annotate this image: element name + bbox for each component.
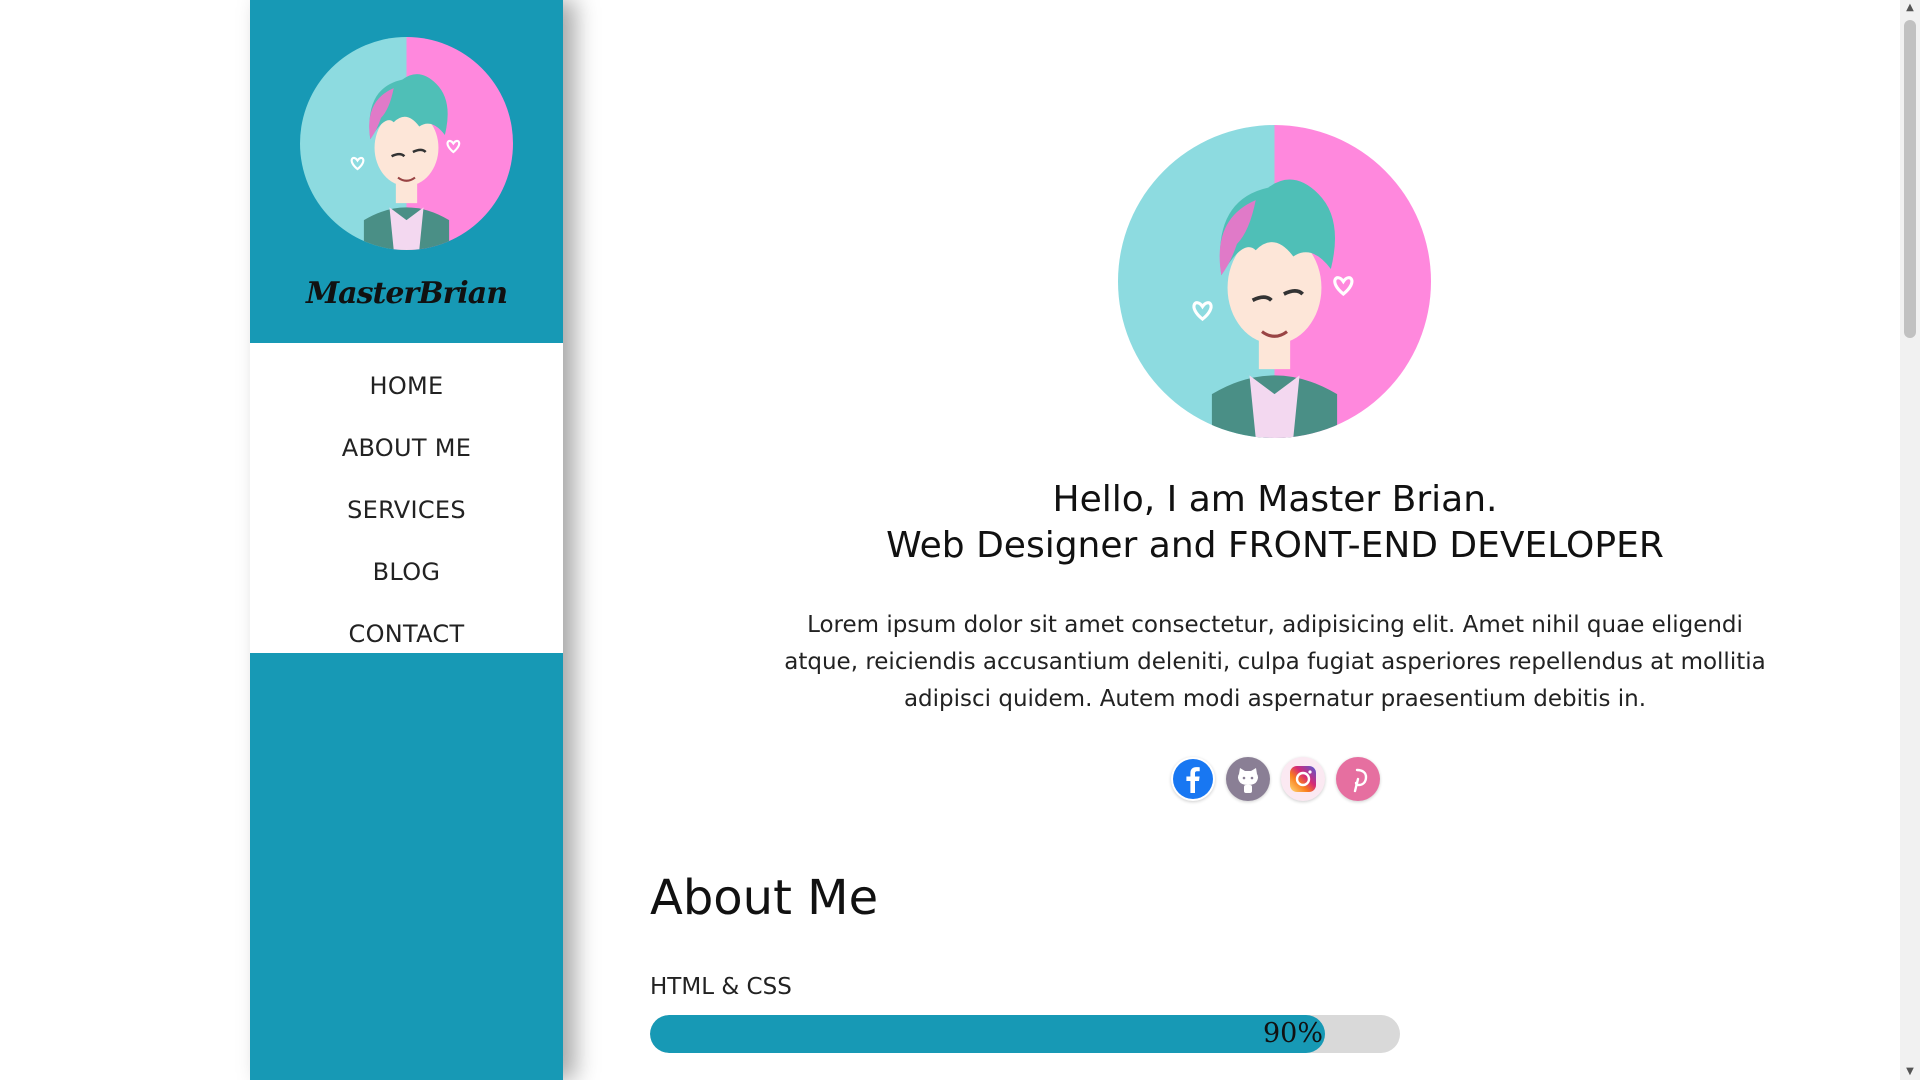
nav-item-home[interactable]: HOME (250, 355, 563, 417)
hero-avatar-illustration-icon (1118, 125, 1431, 438)
instagram-icon (1289, 766, 1316, 792)
social-links (650, 757, 1900, 801)
github-link[interactable] (1225, 757, 1270, 801)
nav-item-blog[interactable]: BLOG (250, 541, 563, 603)
about-title: About Me (650, 870, 879, 926)
brand-logo: MasterBrian (305, 276, 508, 311)
main-content: Hello, I am Master Brian. Web Designer a… (650, 0, 1900, 1080)
skill-progress-bar: 90% (650, 1015, 1400, 1053)
skill-label: HTML & CSS (650, 974, 792, 1000)
skill-percent: 90% (1262, 1018, 1323, 1049)
scrollbar-thumb[interactable] (1904, 20, 1916, 338)
nav-item-services[interactable]: SERVICES (250, 479, 563, 541)
avatar (300, 37, 513, 250)
facebook-icon (1172, 759, 1213, 799)
facebook-link[interactable] (1170, 757, 1215, 801)
page: MasterBrian HOME ABOUT ME SERVICES BLOG … (0, 0, 1920, 1080)
hero-avatar (1118, 125, 1431, 438)
hero-description: Lorem ipsum dolor sit amet consectetur, … (784, 612, 1766, 712)
sidebar-header: MasterBrian (250, 0, 563, 343)
scroll-down-icon[interactable]: ▼ (1900, 1064, 1920, 1080)
sidebar: MasterBrian HOME ABOUT ME SERVICES BLOG … (250, 0, 563, 1080)
sidebar-nav: HOME ABOUT ME SERVICES BLOG CONTACT (250, 343, 563, 653)
pinterest-link[interactable] (1335, 757, 1380, 801)
instagram-link[interactable] (1280, 757, 1325, 801)
pinterest-icon (1336, 758, 1379, 800)
nav-item-contact[interactable]: CONTACT (250, 603, 563, 665)
scroll-up-icon[interactable]: ▲ (1900, 0, 1920, 16)
skill-progress-fill: 90% (650, 1015, 1325, 1053)
page-scrollbar[interactable]: ▲ ▼ (1900, 0, 1920, 1080)
hero-title-line-1: Hello, I am Master Brian. (1052, 479, 1498, 520)
avatar-illustration-icon (300, 37, 513, 250)
hero-title-line-2: Web Designer and FRONT-END DEVELOPER (886, 525, 1664, 566)
nav-item-about-me[interactable]: ABOUT ME (250, 417, 563, 479)
github-icon (1226, 758, 1269, 800)
hero-title: Hello, I am Master Brian. Web Designer a… (650, 477, 1900, 569)
